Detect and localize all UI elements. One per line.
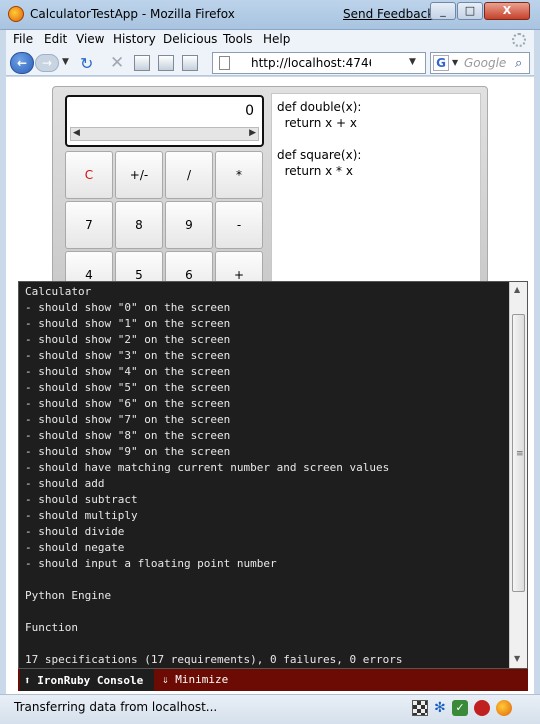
page-icon xyxy=(219,56,230,70)
menu-help[interactable]: Help xyxy=(263,32,290,46)
console-line: - should show "6" on the screen xyxy=(25,397,231,410)
console-line: - should show "4" on the screen xyxy=(25,365,231,378)
scroll-down-icon[interactable]: ▼ xyxy=(514,654,520,663)
code-line: def square(x): xyxy=(277,148,362,162)
console-scrollbar[interactable]: ▲ ≡ ▼ xyxy=(509,282,527,668)
home-icon[interactable] xyxy=(134,55,150,71)
bookmark-icon[interactable] xyxy=(158,55,174,71)
page-viewport: 0 ◀ ▶ C +/- / * 7 8 9 - 4 5 6 + def doub… xyxy=(6,77,534,694)
menu-bar: File Edit View History Delicious Tools H… xyxy=(6,30,534,50)
negate-button[interactable]: +/- xyxy=(115,151,163,199)
menu-view[interactable]: View xyxy=(76,32,104,46)
navigation-toolbar: ← → ▼ ↻ ✕ http://localhost:47461/C... ▼ … xyxy=(6,50,534,76)
google-icon[interactable]: G xyxy=(433,55,449,71)
firefox-icon[interactable] xyxy=(496,700,512,716)
console-line: - should show "7" on the screen xyxy=(25,413,231,426)
console-toolbar: ⬆ IronRuby Console ⇓ Minimize xyxy=(18,669,528,691)
firefox-icon xyxy=(8,6,24,22)
back-arrow-icon[interactable]: ← xyxy=(10,52,34,74)
calculator-display: 0 ◀ ▶ xyxy=(65,95,264,147)
console-line: Python Engine xyxy=(25,589,112,602)
search-icon[interactable]: ⌕ xyxy=(515,56,522,71)
search-bar[interactable]: G ▼ Google ⌕ xyxy=(430,52,530,74)
console-line: - should multiply xyxy=(25,509,138,522)
minimize-console-button[interactable]: ⇓ Minimize xyxy=(162,669,228,691)
multiply-button[interactable]: * xyxy=(215,151,263,199)
console-line: - should divide xyxy=(25,525,125,538)
maximize-window-button[interactable]: □ xyxy=(457,2,483,20)
console-line: - should negate xyxy=(25,541,125,554)
console-line: Calculator xyxy=(25,285,92,298)
console-line: - should show "2" on the screen xyxy=(25,333,231,346)
digit-9-button[interactable]: 9 xyxy=(165,201,213,249)
scroll-thumb[interactable]: ≡ xyxy=(512,314,525,592)
display-scrollbar[interactable]: ◀ ▶ xyxy=(70,127,259,141)
console-output: Calculator - should show "0" on the scree… xyxy=(19,282,507,668)
code-editor[interactable]: def double(x): return x + x def square(x… xyxy=(271,93,481,303)
console-line: - should show "1" on the screen xyxy=(25,317,231,330)
grid-icon[interactable] xyxy=(412,700,428,716)
scroll-left-icon[interactable]: ◀ xyxy=(73,128,80,138)
menu-history[interactable]: History xyxy=(113,32,156,46)
console-line: Function xyxy=(25,621,78,634)
url-input[interactable]: http://localhost:47461/C... xyxy=(251,56,371,70)
window-titlebar: CalculatorTestApp - Mozilla Firefox Send… xyxy=(0,0,540,30)
scroll-right-icon[interactable]: ▶ xyxy=(249,128,256,138)
console-line: - should show "0" on the screen xyxy=(25,301,231,314)
menu-file[interactable]: File xyxy=(13,32,33,46)
console-line: - should show "5" on the screen xyxy=(25,381,231,394)
subtract-button[interactable]: - xyxy=(215,201,263,249)
menu-delicious[interactable]: Delicious xyxy=(163,32,217,46)
send-feedback-link[interactable]: Send Feedback xyxy=(343,7,434,21)
stop-icon[interactable]: ✕ xyxy=(110,53,124,73)
console-line: - should have matching current number an… xyxy=(25,461,390,474)
code-line: def double(x): xyxy=(277,100,362,114)
search-engine-dropdown-icon[interactable]: ▼ xyxy=(452,58,458,67)
minimize-window-button[interactable]: _ xyxy=(430,2,456,20)
check-icon[interactable]: ✓ xyxy=(452,700,468,716)
divide-button[interactable]: / xyxy=(165,151,213,199)
tag-icon[interactable] xyxy=(182,55,198,71)
url-dropdown-icon[interactable]: ▼ xyxy=(409,57,416,67)
scroll-up-icon[interactable]: ▲ xyxy=(514,285,520,294)
console-line: - should subtract xyxy=(25,493,138,506)
snowflake-icon[interactable]: ✻ xyxy=(434,700,450,716)
calculator: 0 ◀ ▶ C +/- / * 7 8 9 - 4 5 6 + def doub… xyxy=(52,86,488,303)
code-line: return x * x xyxy=(277,164,353,178)
code-line: return x + x xyxy=(277,116,358,130)
menu-edit[interactable]: Edit xyxy=(44,32,67,46)
status-text: Transferring data from localhost... xyxy=(14,700,218,714)
reload-icon[interactable]: ↻ xyxy=(80,54,93,73)
grip-icon: ≡ xyxy=(516,449,524,459)
ironruby-console-tab[interactable]: ⬆ IronRuby Console xyxy=(20,669,154,691)
stop-sign-icon[interactable] xyxy=(474,700,490,716)
url-bar[interactable]: http://localhost:47461/C... ▼ xyxy=(212,52,426,74)
status-bar: Transferring data from localhost... ✻ ✓ xyxy=(0,694,540,724)
display-value: 0 xyxy=(245,103,254,119)
console-line: - should add xyxy=(25,477,105,490)
ironruby-console[interactable]: Calculator - should show "0" on the scree… xyxy=(18,281,528,669)
digit-8-button[interactable]: 8 xyxy=(115,201,163,249)
digit-7-button[interactable]: 7 xyxy=(65,201,113,249)
window-title: CalculatorTestApp - Mozilla Firefox xyxy=(30,7,235,21)
history-dropdown-icon[interactable]: ▼ xyxy=(62,57,69,67)
console-line: 17 specifications (17 requirements), 0 f… xyxy=(25,653,403,666)
close-window-button[interactable]: X xyxy=(484,2,530,20)
console-line: - should input a floating point number xyxy=(25,557,277,570)
menu-tools[interactable]: Tools xyxy=(223,32,253,46)
console-line: - should show "3" on the screen xyxy=(25,349,231,362)
clear-button[interactable]: C xyxy=(65,151,113,199)
search-input[interactable]: Google xyxy=(464,56,506,70)
forward-arrow-icon[interactable]: → xyxy=(35,54,59,72)
loading-throbber-icon xyxy=(512,33,526,47)
console-line: - should show "8" on the screen xyxy=(25,429,231,442)
console-line: - should show "9" on the screen xyxy=(25,445,231,458)
